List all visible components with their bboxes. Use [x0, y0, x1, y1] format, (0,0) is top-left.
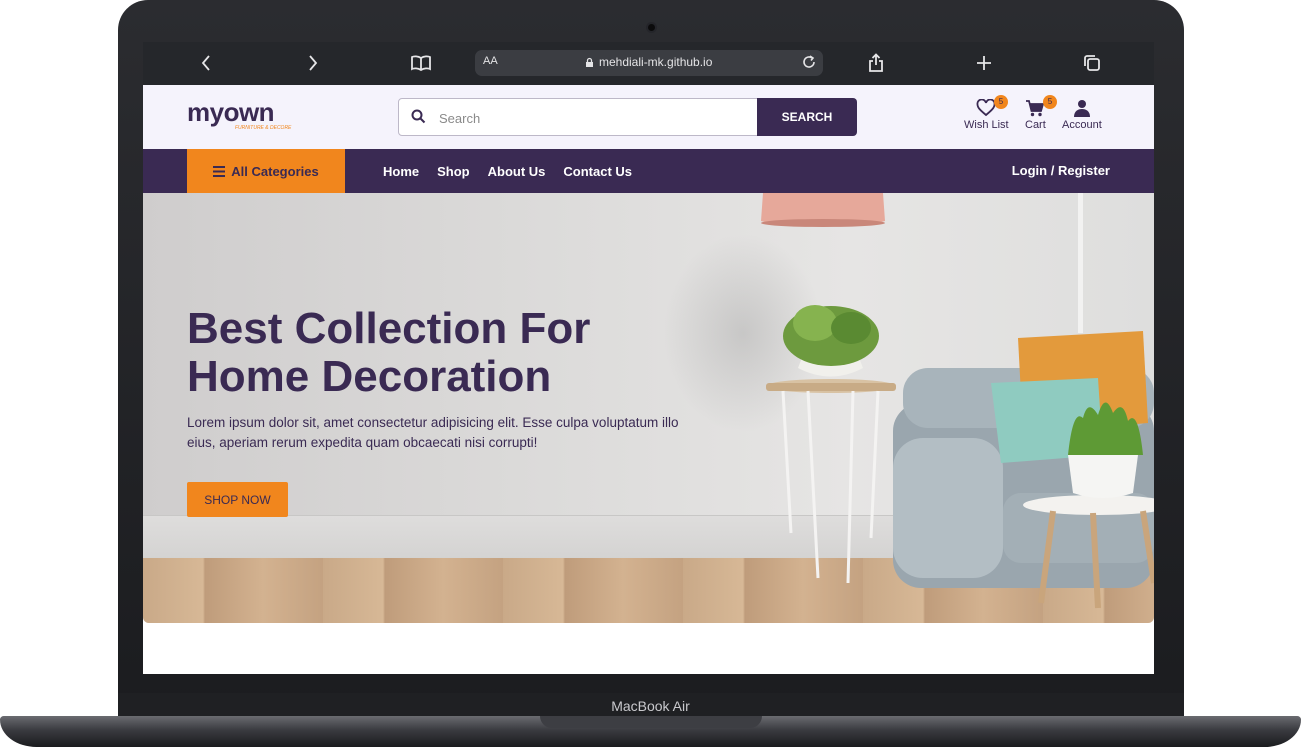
address-bar[interactable]: AA mehdiali-mk.github.io	[475, 50, 823, 76]
wishlist-badge: 5	[994, 95, 1008, 109]
user-icon	[1073, 100, 1090, 117]
new-tab-icon[interactable]	[969, 51, 999, 75]
search-input[interactable]	[437, 107, 741, 129]
lock-icon	[586, 57, 593, 67]
cart-label: Cart	[1025, 119, 1046, 131]
browser-toolbar: AA mehdiali-mk.github.io	[143, 42, 1154, 85]
nav-link-shop[interactable]: Shop	[437, 164, 470, 179]
menu-icon	[213, 165, 226, 177]
login-link[interactable]: Login	[1012, 163, 1047, 178]
back-icon[interactable]	[191, 51, 221, 75]
site-logo[interactable]: myown FURNITURE & DECORE	[187, 97, 291, 131]
search-bar: SEARCH	[398, 98, 857, 136]
hero-description: Lorem ipsum dolor sit, amet consectetur …	[187, 415, 679, 450]
all-categories-button[interactable]: All Categories	[187, 149, 345, 193]
hero-title-line2: Home Decoration	[187, 352, 552, 401]
site-header: myown FURNITURE & DECORE SEARCH 5 Wish L…	[143, 85, 1154, 149]
bookmarks-icon[interactable]	[406, 51, 436, 75]
logo-tagline: FURNITURE & DECORE	[235, 125, 292, 131]
wishlist-button[interactable]: 5 Wish List	[964, 95, 1009, 131]
wishlist-label: Wish List	[964, 119, 1009, 131]
login-register: Login / Register	[1012, 163, 1110, 178]
search-box	[398, 98, 759, 136]
hero-title: Best Collection For Home Decoration	[187, 305, 647, 401]
hero-banner: Best Collection For Home Decoration Lore…	[143, 193, 1154, 623]
main-nav: All Categories Home Shop About Us Contac…	[143, 149, 1154, 193]
hero-title-line1: Best Collection For	[187, 304, 591, 353]
search-icon	[411, 109, 426, 129]
share-icon[interactable]	[861, 51, 891, 75]
camera	[648, 24, 655, 31]
nav-link-contact[interactable]: Contact Us	[563, 164, 632, 179]
cart-badge: 5	[1043, 95, 1057, 109]
hero-furniture-image	[761, 193, 1154, 609]
reload-icon[interactable]	[801, 54, 817, 75]
cart-button[interactable]: 5 Cart	[1025, 95, 1057, 131]
nav-link-home[interactable]: Home	[383, 164, 419, 179]
tabs-overview-icon[interactable]	[1077, 51, 1107, 75]
search-button[interactable]: SEARCH	[757, 98, 857, 136]
url-text: mehdiali-mk.github.io	[599, 55, 713, 69]
forward-icon[interactable]	[298, 51, 328, 75]
all-categories-label: All Categories	[231, 163, 319, 179]
nav-links: Home Shop About Us Contact Us	[383, 149, 632, 193]
account-button[interactable]: Account	[1062, 99, 1102, 131]
login-separator: /	[1050, 163, 1055, 178]
device-label: MacBook Air	[611, 698, 690, 714]
browser-screen: AA mehdiali-mk.github.io myown FURNITURE…	[143, 42, 1154, 674]
logo-text: myown	[187, 97, 275, 127]
shop-now-button[interactable]: SHOP NOW	[187, 482, 288, 517]
text-size-button[interactable]: AA	[483, 55, 498, 67]
laptop-notch	[540, 716, 762, 728]
register-link[interactable]: Register	[1058, 163, 1110, 178]
nav-link-about[interactable]: About Us	[488, 164, 546, 179]
account-label: Account	[1062, 119, 1102, 131]
